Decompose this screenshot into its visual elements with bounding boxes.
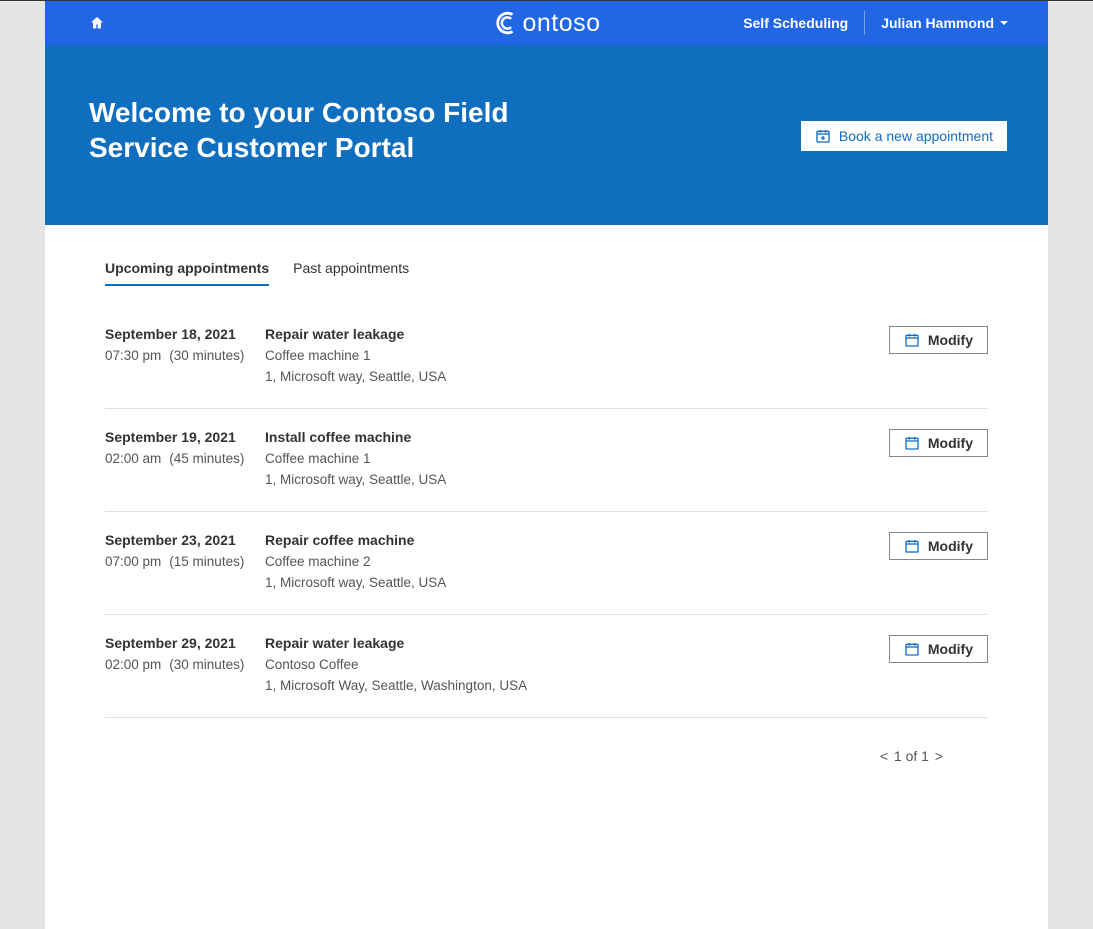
book-appointment-label: Book a new appointment [839,128,993,144]
appointment-title: Install coffee machine [265,429,889,445]
modify-button[interactable]: Modify [889,326,988,354]
brand-name: ontoso [522,9,600,38]
chevron-down-icon [1000,21,1008,25]
home-icon [89,15,105,31]
user-name: Julian Hammond [881,15,994,31]
tab-past[interactable]: Past appointments [293,260,409,286]
brand-logo: ontoso [492,9,600,38]
logo-icon [492,9,520,37]
pagination: < 1 of 1 > [105,748,988,764]
appointment-row: September 23, 2021 07:00 pm (15 minutes) Re… [105,512,988,615]
appointment-time: 02:00 pm [105,657,161,672]
modify-label: Modify [928,332,973,348]
appointment-date: September 23, 2021 [105,532,265,548]
appointment-address: 1, Microsoft Way, Seattle, Washington, U… [265,678,889,693]
appointment-duration: (30 minutes) [169,348,244,363]
appointment-title: Repair water leakage [265,635,889,651]
calendar-icon [904,435,920,451]
tab-upcoming[interactable]: Upcoming appointments [105,260,269,286]
modify-button[interactable]: Modify [889,532,988,560]
appointment-duration: (15 minutes) [169,554,244,569]
self-scheduling-link[interactable]: Self Scheduling [727,11,864,35]
calendar-add-icon [815,128,831,144]
modify-button[interactable]: Modify [889,429,988,457]
modify-label: Modify [928,435,973,451]
appointment-address: 1, Microsoft way, Seattle, USA [265,369,889,384]
pagination-text: 1 of 1 [894,748,929,764]
appointment-address: 1, Microsoft way, Seattle, USA [265,575,889,590]
appointment-row: September 19, 2021 02:00 am (45 minutes) In… [105,409,988,512]
appointment-date: September 19, 2021 [105,429,265,445]
page-title: Welcome to your Contoso Field Service Cu… [89,95,509,165]
modify-button[interactable]: Modify [889,635,988,663]
appointment-address: 1, Microsoft way, Seattle, USA [265,472,889,487]
appointment-duration: (45 minutes) [169,451,244,466]
calendar-icon [904,332,920,348]
modify-label: Modify [928,538,973,554]
calendar-icon [904,641,920,657]
appointment-date: September 29, 2021 [105,635,265,651]
appointment-time: 07:00 pm [105,554,161,569]
book-appointment-button[interactable]: Book a new appointment [800,120,1008,152]
modify-label: Modify [928,641,973,657]
appointment-time: 02:00 am [105,451,161,466]
appointment-item: Coffee machine 2 [265,554,889,569]
home-link[interactable] [89,15,105,31]
appointment-row: September 18, 2021 07:30 pm (30 minutes) Re… [105,306,988,409]
appointment-row: September 29, 2021 02:00 pm (30 minutes) Re… [105,615,988,718]
appointment-item: Contoso Coffee [265,657,889,672]
appointment-item: Coffee machine 1 [265,348,889,363]
appointment-date: September 18, 2021 [105,326,265,342]
pagination-next[interactable]: > [935,748,943,764]
pagination-prev[interactable]: < [880,748,888,764]
calendar-icon [904,538,920,554]
appointment-duration: (30 minutes) [169,657,244,672]
appointment-time: 07:30 pm [105,348,161,363]
appointment-title: Repair coffee machine [265,532,889,548]
tabs: Upcoming appointments Past appointments [105,260,988,286]
appointment-title: Repair water leakage [265,326,889,342]
user-menu[interactable]: Julian Hammond [865,15,1008,31]
appointment-item: Coffee machine 1 [265,451,889,466]
